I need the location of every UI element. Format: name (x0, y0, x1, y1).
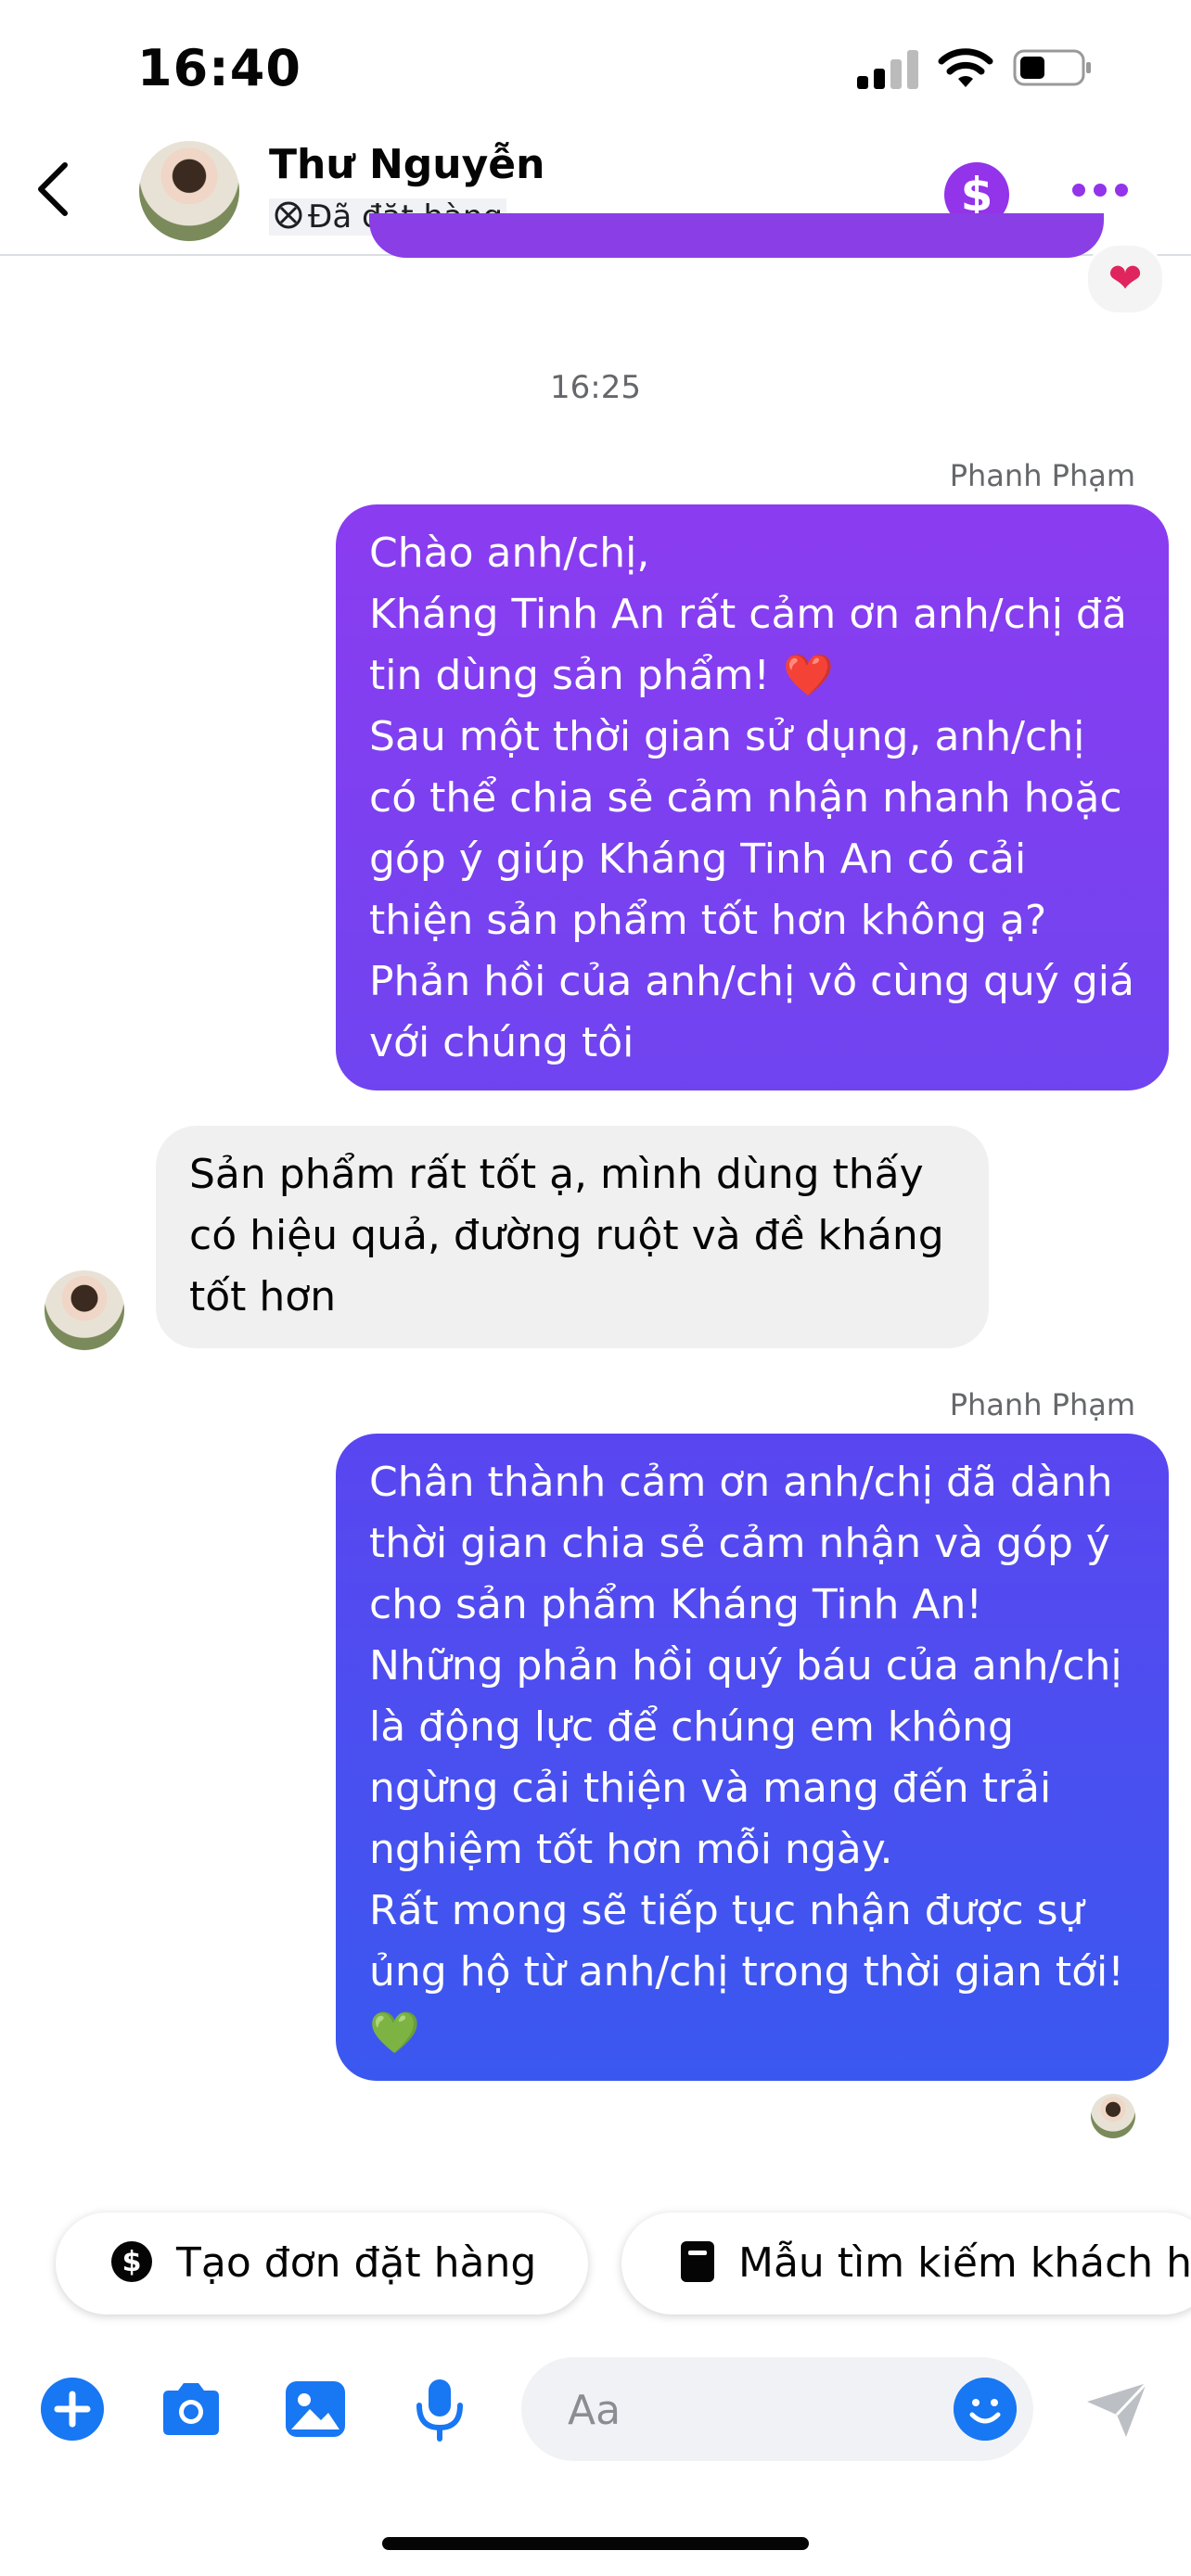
microphone-icon[interactable] (406, 2376, 473, 2442)
wifi-icon (938, 48, 993, 87)
form-icon (681, 2241, 714, 2282)
plus-icon[interactable] (39, 2376, 106, 2442)
contact-name[interactable]: Thư Nguyễn (269, 141, 544, 188)
chip-label: Tạo đơn đặt hàng (176, 2239, 537, 2287)
previous-message-bubble[interactable] (369, 213, 1104, 258)
incoming-message-bubble[interactable]: Sản phẩm rất tốt ạ, mình dùng thấy có hi… (156, 1126, 989, 1348)
battery-icon (1013, 49, 1091, 86)
gallery-icon[interactable] (282, 2376, 349, 2442)
message-timestamp: 16:25 (550, 369, 641, 406)
outgoing-message-bubble[interactable]: Chào anh/chị, Kháng Tinh An rất cảm ơn a… (336, 504, 1169, 1090)
status-time: 16:40 (137, 39, 301, 97)
outgoing-message-bubble[interactable]: Chân thành cảm ơn anh/chị đã dành thời g… (336, 1434, 1169, 2081)
heart-reaction-icon[interactable]: ❤ (1085, 243, 1165, 315)
emoji-icon[interactable] (954, 2378, 1017, 2441)
message-input[interactable] (566, 2357, 959, 2463)
contact-avatar[interactable] (139, 141, 239, 241)
sender-label: Phanh Phạm (949, 458, 1135, 493)
send-icon[interactable] (1083, 2378, 1150, 2441)
camera-icon[interactable] (158, 2376, 224, 2442)
contact-avatar-small[interactable] (45, 1270, 124, 1350)
sender-label: Phanh Phạm (949, 1387, 1135, 1422)
customer-search-template-chip[interactable]: Mẫu tìm kiếm khách h (621, 2213, 1191, 2315)
order-badge-icon (275, 201, 302, 229)
svg-text:$: $ (122, 2246, 142, 2278)
dollar-circle-icon: $ (111, 2241, 152, 2282)
home-indicator (382, 2537, 809, 2550)
chip-label: Mẫu tìm kiếm khách h (738, 2239, 1191, 2287)
cellular-signal-icon (857, 48, 918, 89)
back-arrow-icon[interactable] (33, 161, 70, 217)
create-order-chip[interactable]: $ Tạo đơn đặt hàng (56, 2213, 588, 2315)
seen-indicator-avatar (1091, 2094, 1135, 2138)
more-options-icon[interactable] (1072, 184, 1128, 202)
